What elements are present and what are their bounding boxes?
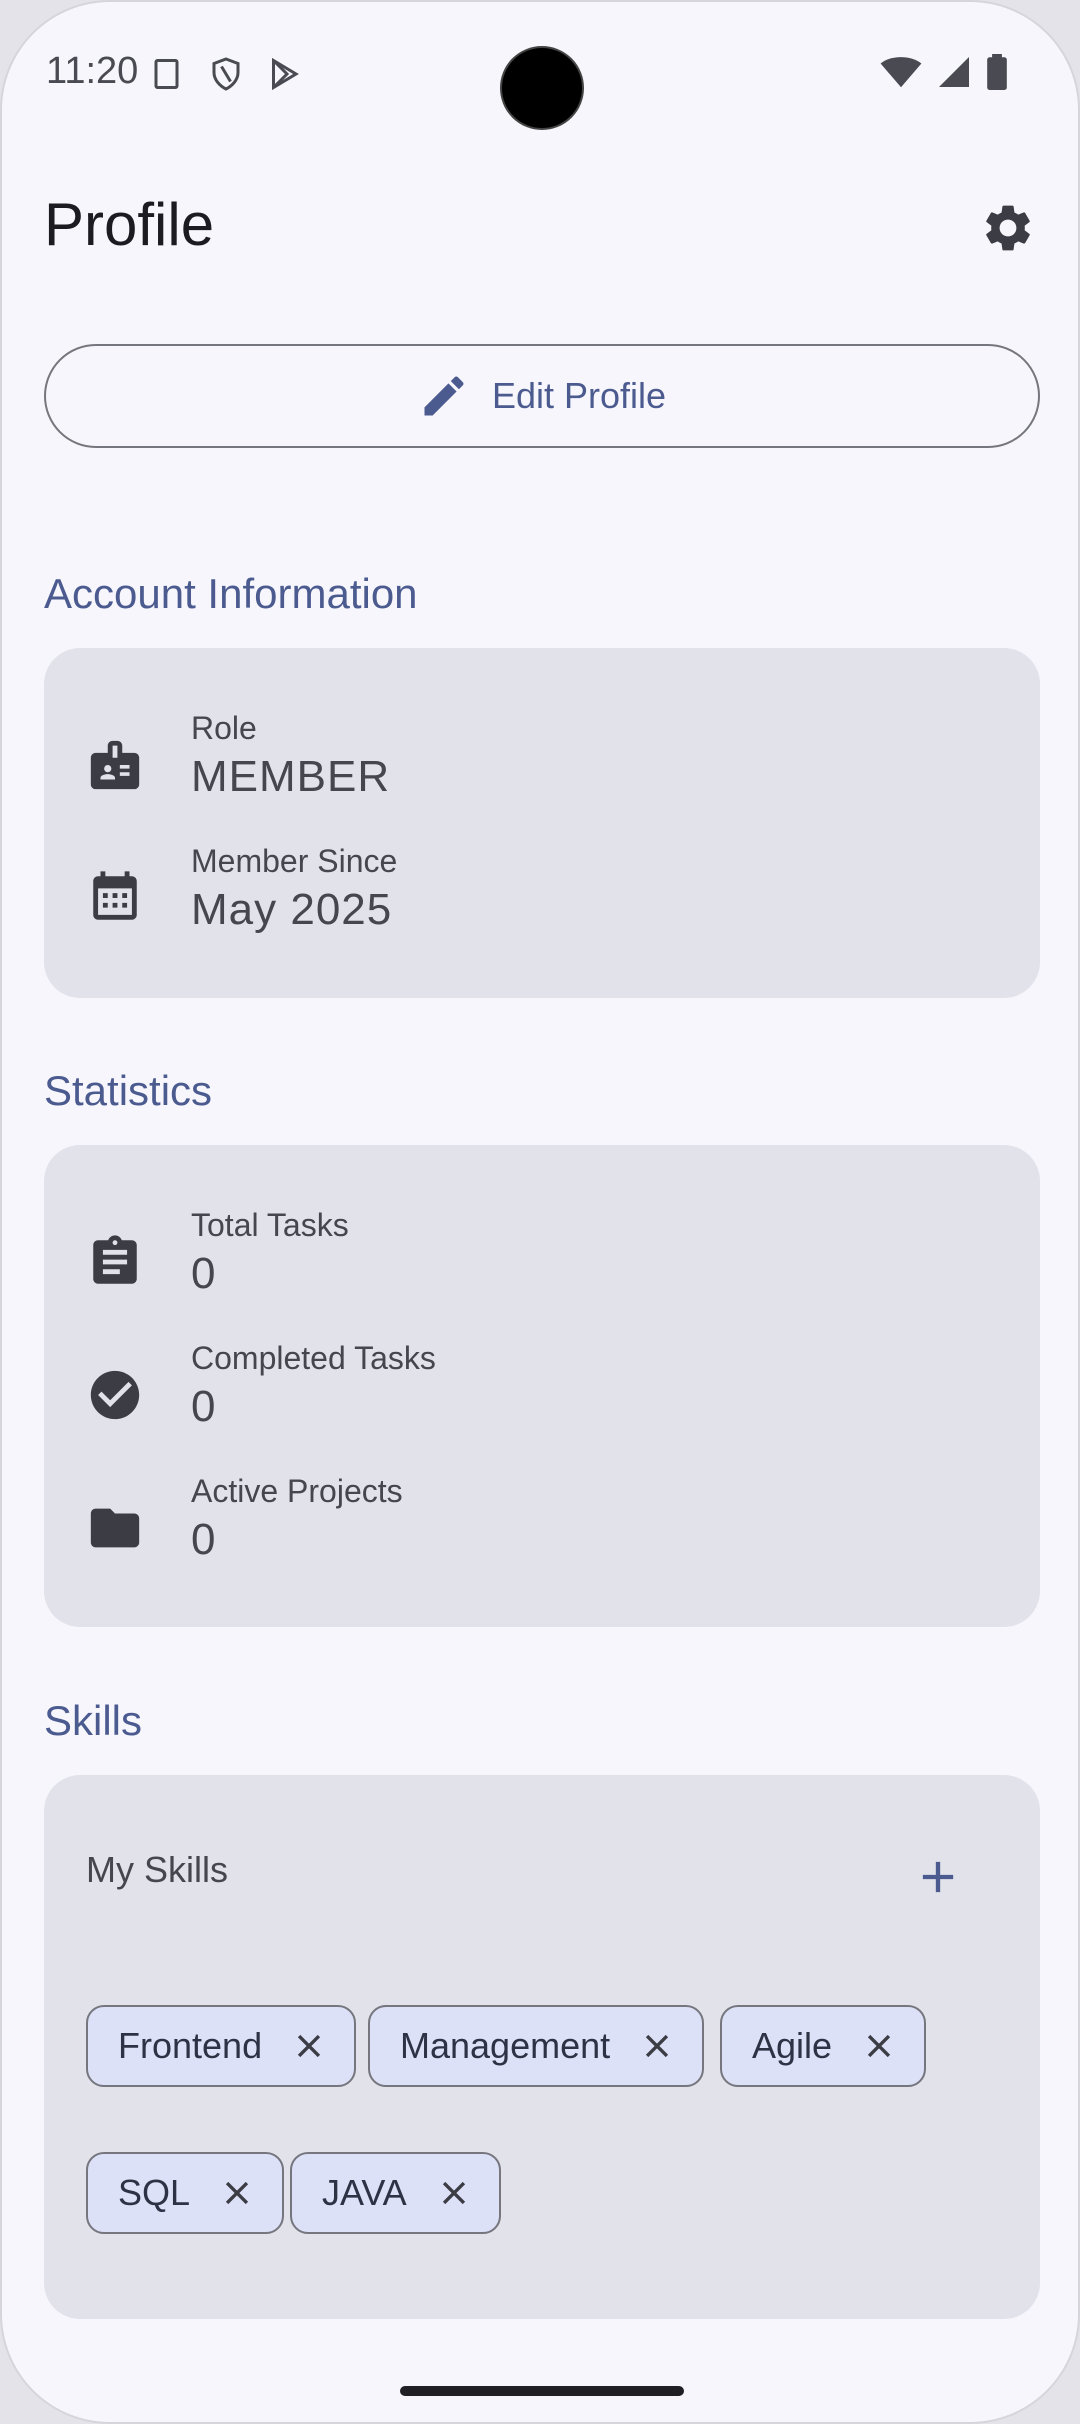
check-circle-icon [90, 1370, 140, 1420]
screen-icon [154, 59, 179, 89]
shield-icon [212, 57, 240, 91]
skill-chip[interactable]: Management [368, 2005, 705, 2087]
add-skill-icon[interactable] [912, 1851, 964, 1903]
remove-skill-icon[interactable] [862, 2029, 896, 2063]
account-section-title: Account Information [44, 570, 418, 617]
skills-section-title: Skills [44, 1697, 143, 1744]
skill-chip-label: Frontend [118, 2025, 263, 2066]
skill-chip[interactable]: Agile [720, 2005, 927, 2087]
completed-tasks-label: Completed Tasks [191, 1340, 436, 1376]
camera-cutout [500, 46, 584, 130]
statistics-card: Total Tasks 0 Completed Tasks 0 Active P… [44, 1145, 1040, 1627]
active-projects-label: Active Projects [191, 1473, 403, 1509]
folder-icon [90, 1508, 140, 1548]
phone-screen: 11:20 Profile Edit Profile Account Infor… [0, 0, 1080, 2424]
completed-tasks-value: 0 [191, 1382, 217, 1431]
play-store-icon [272, 57, 299, 91]
clipboard-icon [93, 1235, 137, 1284]
member-since-value: May 2025 [191, 885, 393, 934]
status-bar: 11:20 [2, 2, 1078, 142]
remove-skill-icon[interactable] [437, 2176, 471, 2210]
edit-profile-label: Edit Profile [491, 375, 667, 416]
edit-profile-button[interactable]: Edit Profile [44, 344, 1040, 448]
pencil-icon [424, 376, 464, 416]
total-tasks-row: Total Tasks 0 [44, 1207, 1040, 1317]
my-skills-heading: My Skills [86, 1849, 228, 1890]
active-projects-value: 0 [191, 1515, 217, 1564]
cellular-icon [939, 57, 969, 87]
role-label: Role [191, 710, 257, 746]
status-time: 11:20 [46, 50, 139, 92]
status-right-icons [880, 54, 1008, 90]
skill-chip-label: Agile [752, 2025, 833, 2066]
page-title: Profile [44, 191, 215, 258]
total-tasks-value: 0 [191, 1249, 217, 1298]
role-row: Role MEMBER [44, 710, 1040, 820]
skills-card: My Skills Frontend Management Agile SQL … [44, 1775, 1040, 2319]
settings-gear-icon[interactable] [980, 200, 1036, 256]
skill-chip[interactable]: SQL [86, 2152, 285, 2234]
skill-chip-label: Management [400, 2025, 611, 2066]
remove-skill-icon[interactable] [640, 2029, 674, 2063]
skill-chip-label: JAVA [322, 2172, 407, 2213]
statistics-section-title: Statistics [44, 1067, 213, 1114]
calendar-icon [93, 871, 137, 920]
remove-skill-icon[interactable] [220, 2176, 254, 2210]
badge-icon [90, 740, 140, 790]
battery-icon [987, 54, 1007, 90]
remove-skill-icon[interactable] [292, 2029, 326, 2063]
member-since-row: Member Since May 2025 [44, 843, 1040, 953]
skill-chip[interactable]: Frontend [86, 2005, 357, 2087]
wifi-icon [880, 57, 922, 88]
account-card: Role MEMBER Member Since May 2025 [44, 648, 1040, 998]
skill-chip-label: SQL [118, 2172, 191, 2213]
skill-chip[interactable]: JAVA [290, 2152, 501, 2234]
active-projects-row: Active Projects 0 [44, 1473, 1040, 1583]
role-value: MEMBER [191, 752, 391, 801]
completed-tasks-row: Completed Tasks 0 [44, 1340, 1040, 1450]
member-since-label: Member Since [191, 843, 398, 879]
total-tasks-label: Total Tasks [191, 1207, 349, 1243]
gesture-nav-bar[interactable] [400, 2386, 684, 2396]
